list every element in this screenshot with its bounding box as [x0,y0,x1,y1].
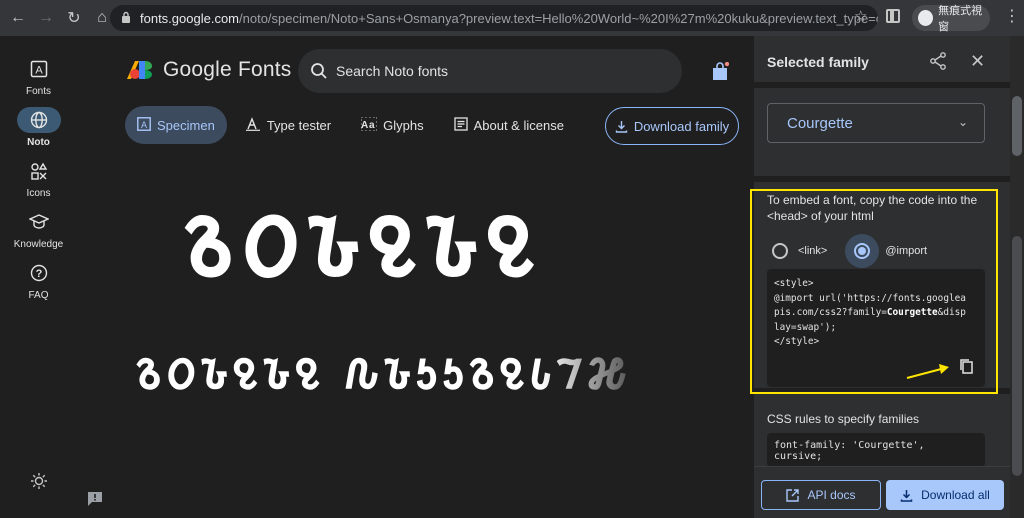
svg-text:A: A [361,120,368,131]
browser-menu-icon[interactable]: ⋮ [1004,9,1020,25]
tab-about-license[interactable]: About & license [442,106,576,144]
rail-item-knowledge[interactable]: Knowledge [0,209,77,250]
api-docs-label: API docs [807,488,856,502]
bookmark-star-icon[interactable]: ☆ [854,7,867,25]
theme-toggle[interactable] [0,468,77,498]
type-tester-icon [245,116,261,134]
side-panel-icon[interactable] [886,9,900,23]
download-all-button[interactable]: Download all [886,480,1004,510]
rail-item-icons[interactable]: Icons [0,158,77,199]
svg-text:a: a [369,120,375,131]
family-dropdown[interactable]: Courgette ⌄ [767,103,985,143]
google-fonts-logo[interactable]: Google Fonts [125,58,291,82]
chevron-down-icon: ⌄ [957,115,968,129]
main-content: Google Fonts Search Noto fonts A Specime… [77,36,754,518]
share-icon[interactable] [930,52,946,75]
brightness-icon [17,468,61,494]
specimen-icon: A [137,116,151,134]
url-host: fonts.google.com [140,10,240,26]
scrollbar-thumb[interactable] [1012,96,1022,156]
css-rules-title: CSS rules to specify families [767,412,920,426]
url-path: /noto/specimen/Noto+Sans+Osmanya?preview… [239,10,878,26]
rail-label-knowledge: Knowledge [13,239,64,250]
tab-bar: A Specimen Type tester Aa Glyphs About &… [125,106,582,144]
globe-icon [16,107,61,133]
rail-item-faq[interactable]: ? FAQ [0,260,77,301]
search-placeholder: Search Noto fonts [336,63,449,79]
download-all-label: Download all [921,488,990,502]
help-icon: ? [17,260,61,286]
family-dropdown-value: Courgette [787,114,853,132]
tab-glyphs[interactable]: Aa Glyphs [349,106,435,144]
profile-label: 無痕式視窗 [938,5,983,33]
logo-text: Google Fonts [163,58,292,81]
glyphs-icon: Aa [360,116,378,134]
lock-icon [122,11,130,23]
open-in-new-icon [786,488,800,502]
svg-text:A: A [35,65,43,77]
incognito-icon [918,10,934,26]
nav-rail: A Fonts Noto Icons Knowledge ? FAQ [0,36,77,518]
graduation-cap-icon [17,209,61,235]
shopping-bag-icon[interactable] [711,61,730,87]
tab-type-tester-label: Type tester [266,117,332,133]
incognito-profile-button[interactable]: 無痕式視窗 [912,5,990,33]
search-input[interactable]: Search Noto fonts [298,49,682,93]
article-icon [453,116,468,134]
search-icon [311,63,327,79]
forward-icon[interactable]: → [32,4,60,32]
svg-text:A: A [141,120,147,130]
scrollbar[interactable] [1010,36,1024,518]
rail-label-icons: Icons [26,188,51,199]
download-icon [900,489,913,502]
shapes-icon [17,158,61,184]
download-icon [615,120,628,133]
panel-actions: API docs Download all [754,466,1010,518]
divider [754,82,1010,88]
preview-text-medium: 𐒈𐒆𐒊𐒉𐒊𐒉 𐒐𐒊𐒑𐒑𐒈𐒉𐒗𐒇𐒎 [135,344,631,400]
annotation-highlight-box [750,189,998,394]
reload-icon[interactable]: ↻ [60,4,88,32]
tab-type-tester[interactable]: Type tester [233,106,343,144]
rail-item-fonts[interactable]: A Fonts [0,56,77,97]
feedback-icon[interactable] [87,491,103,510]
tab-about-license-label: About & license [473,117,564,133]
address-bar[interactable]: fonts.google.com/noto/specimen/Noto+Sans… [110,5,878,31]
fonts-icon: A [17,56,61,82]
rail-label-noto: Noto [27,137,50,148]
close-icon[interactable]: ✕ [970,51,985,72]
back-icon[interactable]: ← [4,4,32,32]
preview-text-large: 𐒈𐒆𐒊𐒉𐒊𐒉 [182,188,542,297]
tab-specimen[interactable]: A Specimen [125,106,227,144]
svg-text:?: ? [35,268,42,280]
scrollbar-track-highlight [1012,236,1022,476]
rail-label-faq: FAQ [28,290,49,301]
google-fonts-logo-icon [127,61,152,79]
css-code-block[interactable]: font-family: 'Courgette', cursive; [767,433,985,467]
download-family-button[interactable]: Download family [605,107,739,145]
api-docs-button[interactable]: API docs [761,480,881,510]
rail-label-fonts: Fonts [25,86,51,97]
panel-title: Selected family [767,54,869,70]
divider [754,176,1010,182]
tab-glyphs-label: Glyphs [383,117,424,133]
annotation-arrow-icon [906,364,949,379]
tab-specimen-label: Specimen [157,117,215,133]
rail-item-noto[interactable]: Noto [0,107,77,148]
download-family-label: Download family [633,118,730,134]
